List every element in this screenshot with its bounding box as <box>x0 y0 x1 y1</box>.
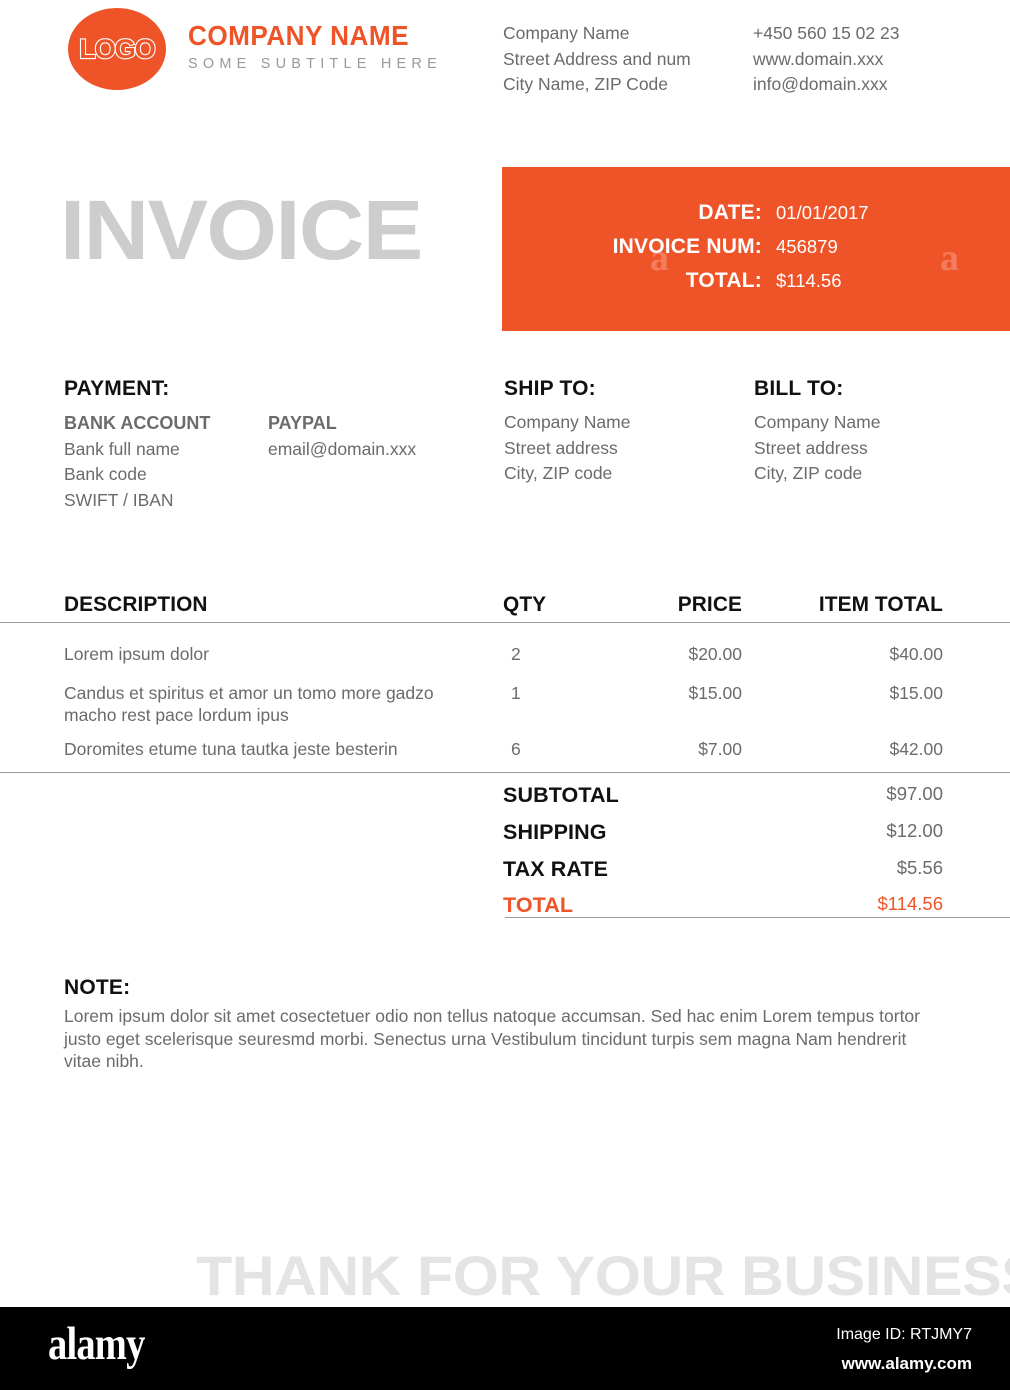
bill-to-line: City, ZIP code <box>754 463 863 483</box>
payment-bank-column: BANK ACCOUNT Bank full name Bank code SW… <box>64 411 264 513</box>
subtotal-label: SUBTOTAL <box>503 783 619 807</box>
shipping-label: SHIPPING <box>503 820 607 844</box>
column-header-description: DESCRIPTION <box>64 592 208 616</box>
note-title: NOTE: <box>64 976 131 999</box>
thank-you-message: THANK FOR YOUR BUSINESS <box>196 1244 1010 1307</box>
ship-to-line: Company Name <box>504 412 631 432</box>
shipping-value: $12.00 <box>886 820 943 841</box>
payment-paypal-column: PAYPAL email@domain.xxx <box>268 411 498 462</box>
column-header-qty: QTY <box>503 592 547 616</box>
bank-account-heading: BANK ACCOUNT <box>64 413 211 433</box>
ship-to-address: Company Name Street address City, ZIP co… <box>504 410 630 487</box>
row-item-total: $15.00 <box>889 683 943 703</box>
row-price: $7.00 <box>698 739 742 759</box>
row-item-total: $40.00 <box>889 644 943 664</box>
subtotal-value: $97.00 <box>886 783 943 804</box>
invoice-total-label: TOTAL: <box>685 269 762 292</box>
paypal-heading: PAYPAL <box>268 413 337 433</box>
invoice-total-value: $114.56 <box>776 270 842 291</box>
company-phone: +450 560 15 02 23 <box>753 23 900 43</box>
tax-rate-value: $5.56 <box>896 857 943 878</box>
row-description: Lorem ipsum dolor <box>64 644 209 664</box>
row-price: $20.00 <box>688 644 742 664</box>
row-description: Doromites etume tuna tautka jeste bester… <box>64 739 398 759</box>
company-address-block: Company Name Street Address and num City… <box>503 21 691 98</box>
alamy-url[interactable]: www.alamy.com <box>842 1355 972 1372</box>
invoice-date-value: 01/01/2017 <box>776 202 869 223</box>
invoice-date-label: DATE: <box>698 201 762 224</box>
company-address-line: City Name, ZIP Code <box>503 74 669 94</box>
invoice-date-row: DATE: 01/01/2017 <box>502 201 869 225</box>
company-name: COMPANY NAME <box>188 20 410 51</box>
invoice-number-label: INVOICE NUM: <box>612 235 762 258</box>
payment-section-title: PAYMENT: <box>64 377 170 400</box>
row-qty: 6 <box>511 739 521 759</box>
company-contact-block: +450 560 15 02 23 www.domain.xxx info@do… <box>753 21 899 98</box>
note-text: Lorem ipsum dolor sit amet cosectetuer o… <box>64 1006 920 1071</box>
company-email[interactable]: info@domain.xxx <box>753 72 899 98</box>
company-address-line: Company Name <box>503 23 630 43</box>
ship-to-line: Street address <box>504 437 618 458</box>
logo-text: LOGO <box>78 33 157 64</box>
alamy-logo: alamy <box>48 1318 145 1370</box>
ship-to-line: City, ZIP code <box>504 463 613 483</box>
row-qty: 2 <box>511 644 521 664</box>
row-price: $15.00 <box>688 683 742 703</box>
page-title: INVOICE <box>60 183 423 277</box>
bank-account-line: Bank full name <box>64 438 180 459</box>
row-description: Candus et spiritus et amor un tomo more … <box>64 683 434 725</box>
bank-account-line: SWIFT / IBAN <box>64 489 174 510</box>
company-website[interactable]: www.domain.xxx <box>753 47 899 73</box>
bill-to-line: Street address <box>754 437 868 458</box>
company-identity: COMPANY NAME SOME SUBTITLE HERE <box>188 22 442 71</box>
bank-account-line: Bank code <box>64 464 147 484</box>
column-header-item-total: ITEM TOTAL <box>818 592 943 616</box>
bill-to-line: Company Name <box>754 412 881 432</box>
alamy-image-id: Image ID: RTJMY7 <box>836 1326 972 1343</box>
stock-photo-footer-bar: alamy Image ID: RTJMY7 www.alamy.com <box>0 1307 1010 1390</box>
ship-to-title: SHIP TO: <box>504 377 596 400</box>
column-header-price: PRICE <box>677 592 742 616</box>
company-logo: LOGO <box>68 8 166 90</box>
invoice-total-row: TOTAL: $114.56 <box>502 269 842 293</box>
invoice-page: LOGO COMPANY NAME SOME SUBTITLE HERE Com… <box>0 0 1010 1390</box>
bill-to-title: BILL TO: <box>754 377 844 400</box>
bill-to-address: Company Name Street address City, ZIP co… <box>754 410 880 487</box>
tax-rate-label: TAX RATE <box>503 857 609 881</box>
table-bottom-rule <box>0 772 1010 773</box>
grand-total-label: TOTAL <box>503 893 574 917</box>
company-subtitle: SOME SUBTITLE HERE <box>188 55 442 72</box>
row-item-total: $42.00 <box>889 739 943 759</box>
invoice-number-value: 456879 <box>776 236 838 257</box>
totals-bottom-rule <box>505 917 1010 918</box>
line-items-table-header: DESCRIPTION QTY PRICE ITEM TOTAL <box>0 592 1010 622</box>
table-header-rule <box>0 622 1010 623</box>
row-qty: 1 <box>511 683 521 703</box>
invoice-meta-panel: DATE: 01/01/2017 INVOICE NUM: 456879 TOT… <box>502 167 1010 331</box>
company-address-line: Street Address and num <box>503 48 691 69</box>
grand-total-value: $114.56 <box>877 893 944 914</box>
invoice-number-row: INVOICE NUM: 456879 <box>502 235 838 259</box>
paypal-email[interactable]: email@domain.xxx <box>268 437 498 463</box>
watermark-letter-icon: a <box>940 237 959 279</box>
